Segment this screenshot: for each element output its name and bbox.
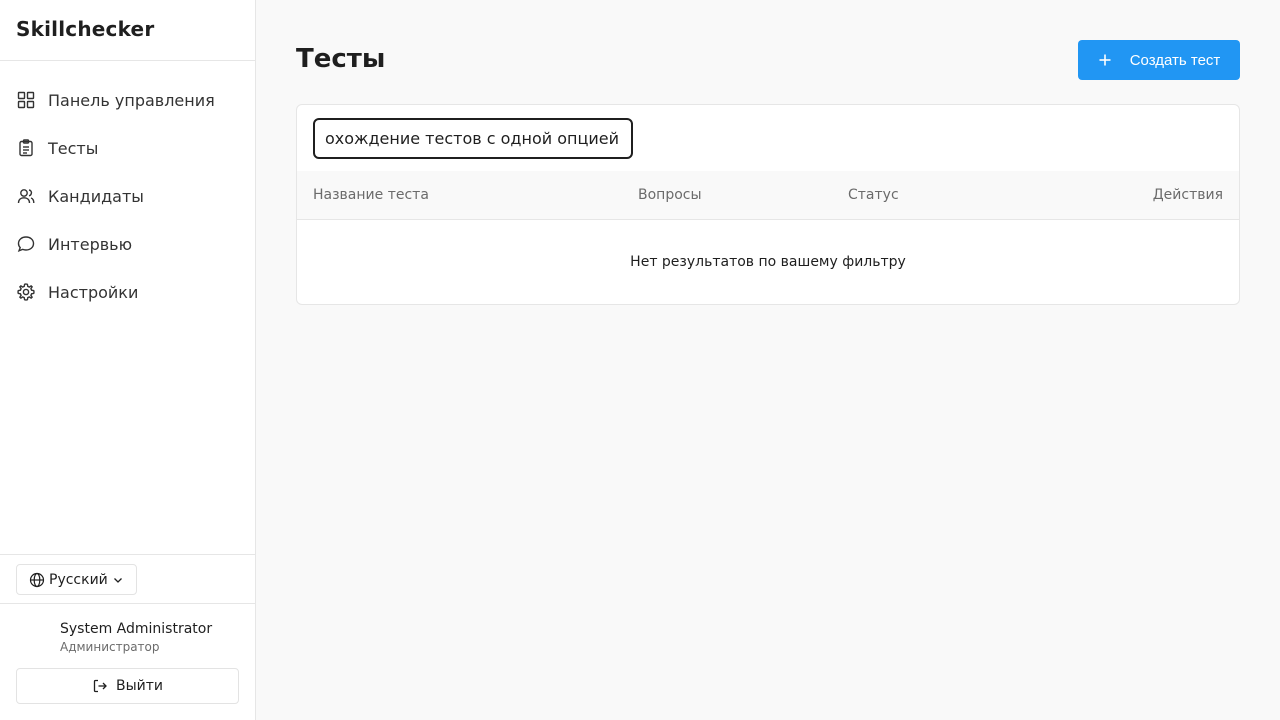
sidebar-nav: Панель управления Тесты Кандидаты Интерв… bbox=[0, 61, 255, 316]
language-select[interactable]: Русский bbox=[16, 564, 137, 595]
logout-icon bbox=[92, 678, 108, 694]
column-header-status[interactable]: Статус bbox=[848, 187, 899, 203]
chevron-down-icon bbox=[112, 574, 124, 586]
main-content: Тесты Создать тест Название теста Вопрос… bbox=[256, 0, 1280, 720]
column-header-actions: Действия bbox=[1152, 187, 1223, 203]
table-header: Название теста Вопросы Статус Действия bbox=[297, 171, 1239, 220]
message-icon bbox=[16, 234, 36, 254]
sidebar-item-label: Интервью bbox=[48, 234, 133, 254]
user-role: Администратор bbox=[60, 640, 160, 654]
dashboard-icon bbox=[16, 90, 36, 110]
logout-label: Выйти bbox=[115, 678, 163, 694]
app-brand: Skillchecker bbox=[0, 0, 255, 61]
globe-icon bbox=[29, 572, 45, 588]
sidebar-item-settings[interactable]: Настройки bbox=[0, 268, 255, 316]
logout-button[interactable]: Выйти bbox=[16, 668, 239, 704]
create-test-label: Создать тест bbox=[1129, 51, 1221, 69]
user-name: System Administrator bbox=[60, 621, 213, 637]
column-header-name[interactable]: Название теста bbox=[313, 187, 429, 203]
sidebar-item-label: Тесты bbox=[48, 138, 99, 158]
plus-icon bbox=[1098, 53, 1112, 67]
sidebar-item-label: Настройки bbox=[48, 282, 139, 302]
create-test-button[interactable]: Создать тест bbox=[1078, 40, 1240, 80]
tests-card: Название теста Вопросы Статус Действия Н… bbox=[296, 104, 1240, 305]
sidebar-item-label: Кандидаты bbox=[48, 186, 144, 206]
users-icon bbox=[16, 186, 36, 206]
page-title: Тесты bbox=[296, 44, 386, 74]
search-input[interactable] bbox=[313, 118, 633, 159]
sidebar-item-candidates[interactable]: Кандидаты bbox=[0, 172, 255, 220]
clipboard-icon bbox=[16, 138, 36, 158]
language-label: Русский bbox=[49, 571, 108, 588]
language-area: Русский bbox=[0, 554, 255, 604]
sidebar-item-label: Панель управления bbox=[48, 90, 215, 110]
sidebar-item-dashboard[interactable]: Панель управления bbox=[0, 76, 255, 124]
sidebar-item-tests[interactable]: Тесты bbox=[0, 124, 255, 172]
column-header-questions[interactable]: Вопросы bbox=[638, 187, 702, 203]
sidebar-item-interview[interactable]: Интервью bbox=[0, 220, 255, 268]
empty-state-message: Нет результатов по вашему фильтру bbox=[630, 254, 906, 270]
sidebar: Skillchecker Панель управления Тесты Кан… bbox=[0, 0, 256, 720]
gear-icon bbox=[16, 282, 36, 302]
